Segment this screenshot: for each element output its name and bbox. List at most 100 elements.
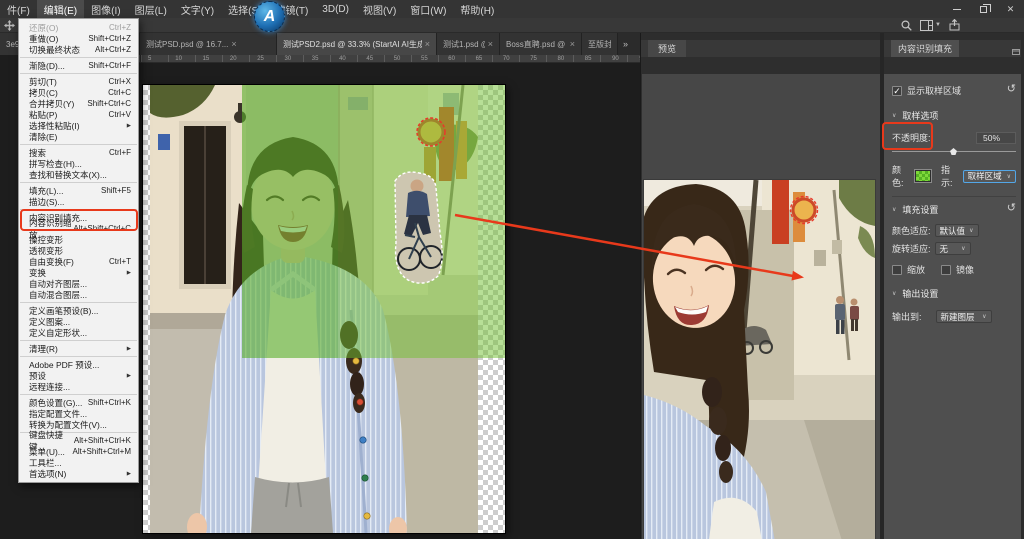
ruler-number: 45: [366, 55, 373, 63]
document-canvas[interactable]: [143, 85, 505, 533]
ruler-number: 40: [339, 55, 346, 63]
edit-menu-item-27[interactable]: Adobe PDF 预设...: [19, 359, 138, 370]
restore-button[interactable]: [970, 0, 997, 18]
menubar-item-3[interactable]: 图层(L): [128, 0, 174, 18]
minimize-button[interactable]: [943, 0, 970, 18]
menubar-item-8[interactable]: 视图(V): [356, 0, 403, 18]
edit-menu-item-30[interactable]: 颜色设置(G)...Shift+Ctrl+K: [19, 397, 138, 408]
edit-menu-item-20[interactable]: 变换▶: [19, 267, 138, 278]
edit-menu-item-10[interactable]: 搜索Ctrl+F: [19, 147, 138, 158]
indicates-select[interactable]: 取样区域∨: [963, 170, 1016, 183]
edit-menu-item-33[interactable]: 键盘快捷键...Alt+Shift+Ctrl+K: [19, 435, 138, 446]
workspace-icon[interactable]: ▼: [920, 20, 941, 31]
edit-menu-item-25[interactable]: 定义自定形状...: [19, 327, 138, 338]
panel-top-strip: [641, 33, 880, 40]
edit-menu-item-14[interactable]: 描边(S)...: [19, 196, 138, 207]
tab-content-aware-fill[interactable]: 内容识别填充: [891, 40, 959, 57]
tab-close-icon[interactable]: ×: [570, 39, 575, 49]
move-tool-icon[interactable]: [4, 20, 15, 31]
edit-menu-item-9[interactable]: 清除(E): [19, 131, 138, 142]
edit-menu-item-5[interactable]: 拷贝(C)Ctrl+C: [19, 87, 138, 98]
edit-menu-item-35[interactable]: 工具栏...: [19, 457, 138, 468]
share-icon[interactable]: [949, 19, 960, 31]
menu-item-label: 远程连接...: [29, 381, 70, 393]
edit-menu-item-11[interactable]: 拼写检查(H)...: [19, 158, 138, 169]
chevron-down-icon[interactable]: ∨: [892, 290, 896, 297]
show-sampling-checkbox[interactable]: ✓: [892, 86, 902, 96]
document-tab-2[interactable]: 测试PSD2.psd @ 33.3% (StartAI AI生成 拷贝 2, R…: [277, 33, 437, 55]
tab-close-icon[interactable]: ×: [488, 39, 493, 49]
slider-thumb[interactable]: [950, 148, 957, 155]
edit-menu-item-4[interactable]: 剪切(T)Ctrl+X: [19, 76, 138, 87]
chevron-down-icon[interactable]: ∨: [892, 112, 896, 119]
edit-menu-item-13[interactable]: 填充(L)...Shift+F5: [19, 185, 138, 196]
edit-menu-item-22[interactable]: 自动混合图层...: [19, 289, 138, 300]
tab-preview[interactable]: 预览: [648, 40, 686, 57]
tab-close-icon[interactable]: ×: [231, 39, 236, 49]
menu-item-shortcut: Alt+Ctrl+Z: [95, 45, 131, 54]
menubar-item-0[interactable]: 件(F): [0, 0, 37, 18]
edit-menu-item-31[interactable]: 指定配置文件...: [19, 408, 138, 419]
menubar-item-10[interactable]: 帮助(H): [453, 0, 501, 18]
edit-menu-item-6[interactable]: 合并拷贝(Y)Shift+Ctrl+C: [19, 98, 138, 109]
menu-separator: [20, 57, 137, 58]
search-icon[interactable]: [901, 20, 912, 31]
chevron-down-icon: ▼: [935, 22, 941, 28]
sampling-color-swatch[interactable]: [915, 170, 931, 182]
edit-menu-item-8[interactable]: 选择性粘贴(I)▶: [19, 120, 138, 131]
edit-menu-item-17[interactable]: 操控变形: [19, 234, 138, 245]
select-arrow-icon: ∨: [982, 313, 986, 320]
tab-close-icon[interactable]: ×: [425, 39, 430, 49]
close-button[interactable]: ✕: [997, 0, 1024, 18]
edit-menu-item-36[interactable]: 首选项(N)▶: [19, 468, 138, 479]
menubar-item-2[interactable]: 图像(I): [84, 0, 127, 18]
document-tab-4[interactable]: Boss直聘.psd @ 66.7...×: [500, 33, 582, 55]
output-settings-header: 输出设置: [902, 287, 938, 300]
edit-menu-item-16[interactable]: 内容识别缩放Alt+Shift+Ctrl+C: [19, 223, 138, 234]
opacity-value[interactable]: 50%: [976, 132, 1016, 144]
color-adaptation-select[interactable]: 默认值∨: [935, 224, 979, 237]
menu-item-shortcut: Shift+F5: [101, 186, 131, 195]
edit-menu-item-24[interactable]: 定义图案...: [19, 316, 138, 327]
output-to-select[interactable]: 新建图层∨: [936, 310, 992, 323]
reset-fill-icon[interactable]: ↺: [1007, 201, 1016, 214]
edit-menu-item-26[interactable]: 清理(R)▶: [19, 343, 138, 354]
edit-menu-item-29[interactable]: 远程连接...: [19, 381, 138, 392]
mirror-label: 镜像: [956, 263, 974, 276]
document-tab-5[interactable]: 至版封: [582, 33, 618, 55]
menu-item-shortcut: Alt+Shift+Ctrl+K: [74, 436, 131, 445]
edit-menu-item-12[interactable]: 查找和替换文本(X)...: [19, 169, 138, 180]
menubar-item-9[interactable]: 窗口(W): [403, 0, 453, 18]
edit-menu-item-18[interactable]: 透视变形: [19, 245, 138, 256]
opacity-slider[interactable]: [892, 147, 1016, 156]
panel-menu-icon[interactable]: [1012, 43, 1020, 51]
rotation-adaptation-select[interactable]: 无∨: [935, 242, 971, 255]
menubar-item-4[interactable]: 文字(Y): [174, 0, 221, 18]
menubar-item-1[interactable]: 编辑(E): [37, 0, 84, 18]
edit-menu-item-28[interactable]: 预设▶: [19, 370, 138, 381]
tab-label: 测试1.psd @ 33.3% (...: [443, 39, 485, 50]
edit-menu-item-34[interactable]: 菜单(U)...Alt+Shift+Ctrl+M: [19, 446, 138, 457]
options-bar: ▼: [0, 18, 1024, 33]
edit-menu-item-21[interactable]: 自动对齐图层...: [19, 278, 138, 289]
edit-menu-item-23[interactable]: 定义画笔预设(B)...: [19, 305, 138, 316]
edit-menu-item-3[interactable]: 渐隐(D)...Shift+Ctrl+F: [19, 60, 138, 71]
menu-item-shortcut: Alt+Shift+Ctrl+M: [73, 447, 131, 456]
edit-menu-item-2[interactable]: 切换最终状态Alt+Ctrl+Z: [19, 44, 138, 55]
mirror-checkbox[interactable]: [941, 265, 951, 275]
edit-menu-item-19[interactable]: 自由变换(F)Ctrl+T: [19, 256, 138, 267]
submenu-arrow-icon: ▶: [127, 270, 131, 276]
menu-item-shortcut: Ctrl+X: [109, 77, 131, 86]
document-tab-3[interactable]: 测试1.psd @ 33.3% (...×: [437, 33, 500, 55]
menu-item-shortcut: Shift+Ctrl+Z: [88, 34, 131, 43]
caf-panel: 内容识别填充 ✓ 显示取样区域 ↺ ∨ 取样选项 不透明度: 50%: [880, 33, 1024, 539]
menubar-item-7[interactable]: 3D(D): [315, 0, 356, 18]
reset-sampling-icon[interactable]: ↺: [1007, 82, 1016, 95]
chevron-down-icon[interactable]: ∨: [892, 206, 896, 213]
tab-overflow-chevron[interactable]: »: [618, 33, 633, 55]
document-tab-1[interactable]: 测试PSD.psd @ 16.7...×: [140, 33, 277, 55]
horizontal-ruler: 5101520253035404550556065707580859095: [141, 55, 640, 63]
edit-menu-item-1[interactable]: 重做(O)Shift+Ctrl+Z: [19, 33, 138, 44]
scale-checkbox[interactable]: [892, 265, 902, 275]
edit-menu-item-7[interactable]: 粘贴(P)Ctrl+V: [19, 109, 138, 120]
